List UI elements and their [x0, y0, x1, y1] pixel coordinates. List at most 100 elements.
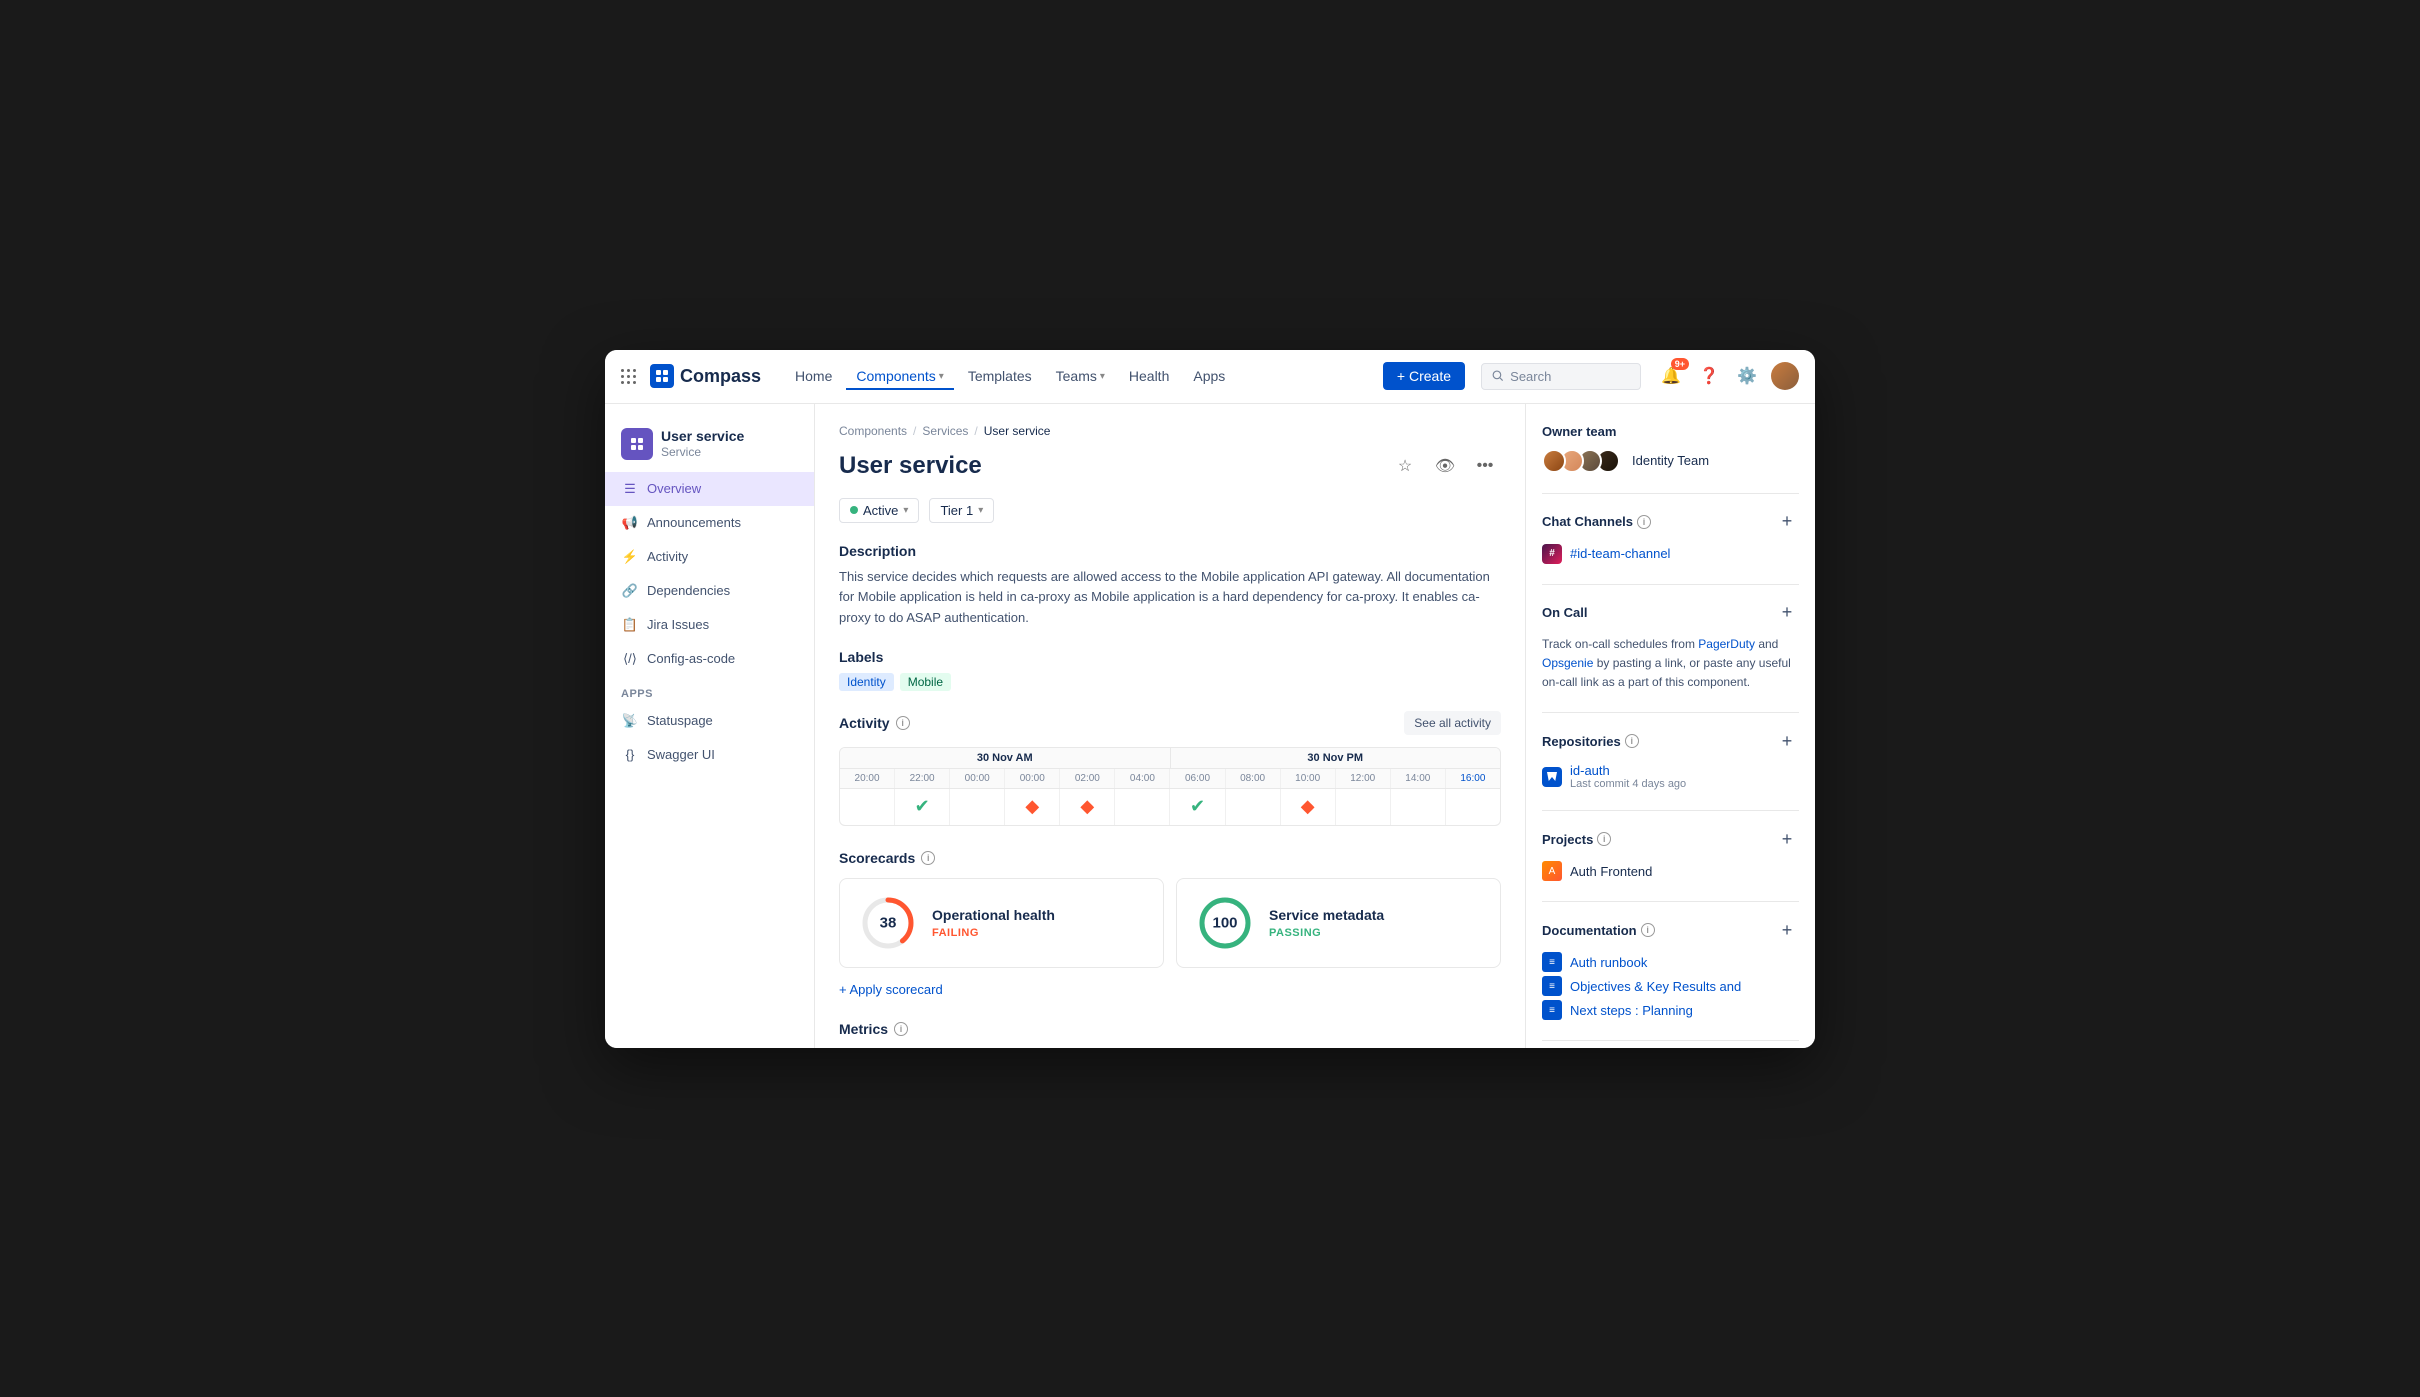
- repositories-title: Repositories i: [1542, 734, 1639, 749]
- scorecard-operational-health[interactable]: 38 Operational health FAILING: [839, 878, 1164, 968]
- breadcrumb-services[interactable]: Services: [922, 424, 968, 438]
- nav-apps[interactable]: Apps: [1183, 362, 1235, 390]
- project-item: A Auth Frontend: [1542, 861, 1799, 881]
- event-red-1: ◆: [1025, 796, 1039, 817]
- label-identity[interactable]: Identity: [839, 673, 894, 691]
- score-circle-health: 38: [860, 895, 916, 951]
- create-button[interactable]: + Create: [1383, 362, 1465, 390]
- help-button[interactable]: ❓: [1695, 362, 1723, 390]
- search-box[interactable]: [1481, 363, 1641, 390]
- chat-channels-title: Chat Channels i: [1542, 514, 1651, 529]
- nav-home[interactable]: Home: [785, 362, 842, 390]
- sidebar-item-config[interactable]: ⟨/⟩ Config-as-code: [605, 642, 814, 676]
- watch-button[interactable]: 👁: [1429, 450, 1461, 482]
- scorecards-title: Scorecards i: [839, 850, 1501, 866]
- opsgenie-link[interactable]: Opsgenie: [1542, 656, 1593, 670]
- label-chips: Identity Mobile: [839, 673, 1501, 691]
- app-grid-icon[interactable]: [621, 369, 636, 384]
- avatar-1: [1542, 449, 1566, 473]
- gear-icon: ⚙️: [1737, 366, 1757, 386]
- scorecards-info-icon[interactable]: i: [921, 851, 935, 865]
- doc-icon-1: ≡: [1542, 952, 1562, 972]
- event-green-2: ✔: [1190, 796, 1205, 817]
- apply-scorecard-button[interactable]: + Apply scorecard: [839, 978, 943, 1001]
- add-repository-button[interactable]: +: [1775, 729, 1799, 753]
- sidebar-item-announcements[interactable]: 📢 Announcements: [605, 506, 814, 540]
- metrics-info-icon[interactable]: i: [894, 1022, 908, 1036]
- documentation-section: Documentation i + ≡ Auth runbook ≡ Objec…: [1542, 918, 1799, 1020]
- label-mobile[interactable]: Mobile: [900, 673, 951, 691]
- announcements-icon: 📢: [621, 514, 639, 532]
- repo-info: id-auth Last commit 4 days ago: [1570, 763, 1686, 790]
- activity-title: Activity i: [839, 715, 910, 731]
- doc-name-3[interactable]: Next steps : Planning: [1570, 1003, 1693, 1018]
- add-chat-channel-button[interactable]: +: [1775, 510, 1799, 534]
- logo-text: Compass: [680, 366, 761, 387]
- doc-name-1[interactable]: Auth runbook: [1570, 955, 1647, 970]
- top-navigation: Compass Home Components ▾ Templates Team…: [605, 350, 1815, 404]
- owner-team-section: Owner team Identity Team: [1542, 424, 1799, 473]
- star-button[interactable]: ☆: [1389, 450, 1421, 482]
- scorecard-service-metadata[interactable]: 100 Service metadata PASSING: [1176, 878, 1501, 968]
- scorecard-name-health: Operational health: [932, 907, 1055, 923]
- user-avatar[interactable]: [1771, 362, 1799, 390]
- repositories-header: Repositories i +: [1542, 729, 1799, 753]
- nav-components[interactable]: Components ▾: [846, 362, 953, 390]
- logo[interactable]: Compass: [650, 364, 761, 388]
- settings-button[interactable]: ⚙️: [1733, 362, 1761, 390]
- pagerduty-link[interactable]: PagerDuty: [1698, 637, 1755, 651]
- nav-health[interactable]: Health: [1119, 362, 1179, 390]
- divider-2: [1542, 584, 1799, 585]
- nav-teams[interactable]: Teams ▾: [1046, 362, 1115, 390]
- labels-section: Labels Identity Mobile: [839, 649, 1501, 691]
- sidebar-component-type: Service: [661, 445, 744, 459]
- status-badge[interactable]: Active ▾: [839, 498, 919, 523]
- score-value-health: 38: [880, 914, 897, 931]
- activity-info-icon[interactable]: i: [896, 716, 910, 730]
- projects-title: Projects i: [1542, 832, 1611, 847]
- bitbucket-icon: [1542, 767, 1562, 787]
- repo-meta: Last commit 4 days ago: [1570, 778, 1686, 790]
- status-bar: Active ▾ Tier 1 ▾: [839, 498, 1501, 523]
- projects-info-icon[interactable]: i: [1597, 832, 1611, 846]
- project-name[interactable]: Auth Frontend: [1570, 864, 1652, 879]
- dependencies-icon: 🔗: [621, 582, 639, 600]
- description-text: This service decides which requests are …: [839, 567, 1501, 629]
- nav-templates[interactable]: Templates: [958, 362, 1042, 390]
- sidebar-item-dependencies[interactable]: 🔗 Dependencies: [605, 574, 814, 608]
- repositories-info-icon[interactable]: i: [1625, 734, 1639, 748]
- sidebar-item-statuspage[interactable]: 📡 Statuspage: [605, 704, 814, 738]
- repo-name[interactable]: id-auth: [1570, 763, 1686, 778]
- chat-channels-info-icon[interactable]: i: [1637, 515, 1651, 529]
- add-oncall-button[interactable]: +: [1775, 601, 1799, 625]
- breadcrumb-components[interactable]: Components: [839, 424, 907, 438]
- nav-icons: 🔔 9+ ❓ ⚙️: [1657, 362, 1799, 390]
- doc-item-1: ≡ Auth runbook: [1542, 952, 1799, 972]
- see-all-activity-button[interactable]: See all activity: [1404, 711, 1501, 735]
- sidebar-component-info: User service Service: [661, 428, 744, 459]
- add-project-button[interactable]: +: [1775, 827, 1799, 851]
- tier-badge[interactable]: Tier 1 ▾: [929, 498, 994, 523]
- notification-bell[interactable]: 🔔 9+: [1657, 362, 1685, 390]
- code-icon: ⟨/⟩: [621, 650, 639, 668]
- channel-name[interactable]: #id-team-channel: [1570, 546, 1670, 561]
- breadcrumb-current: User service: [984, 424, 1051, 438]
- documentation-info-icon[interactable]: i: [1641, 923, 1655, 937]
- event-green-1: ✔: [915, 796, 930, 817]
- activity-icon: ⚡: [621, 548, 639, 566]
- statuspage-icon: 📡: [621, 712, 639, 730]
- add-documentation-button[interactable]: +: [1775, 918, 1799, 942]
- search-input[interactable]: [1510, 369, 1630, 384]
- scorecard-status-health: FAILING: [932, 927, 1055, 939]
- scorecard-name-metadata: Service metadata: [1269, 907, 1384, 923]
- doc-name-2[interactable]: Objectives & Key Results and: [1570, 979, 1741, 994]
- owner-team-name: Identity Team: [1632, 453, 1709, 468]
- sidebar-item-activity[interactable]: ⚡ Activity: [605, 540, 814, 574]
- page-header: User service ☆ 👁 •••: [839, 450, 1501, 482]
- more-button[interactable]: •••: [1469, 450, 1501, 482]
- sidebar-item-swagger[interactable]: {} Swagger UI: [605, 738, 814, 772]
- sidebar-item-jira[interactable]: 📋 Jira Issues: [605, 608, 814, 642]
- owner-avatars: [1542, 449, 1614, 473]
- sidebar-item-overview[interactable]: ☰ Overview: [605, 472, 814, 506]
- doc-icon-3: ≡: [1542, 1000, 1562, 1020]
